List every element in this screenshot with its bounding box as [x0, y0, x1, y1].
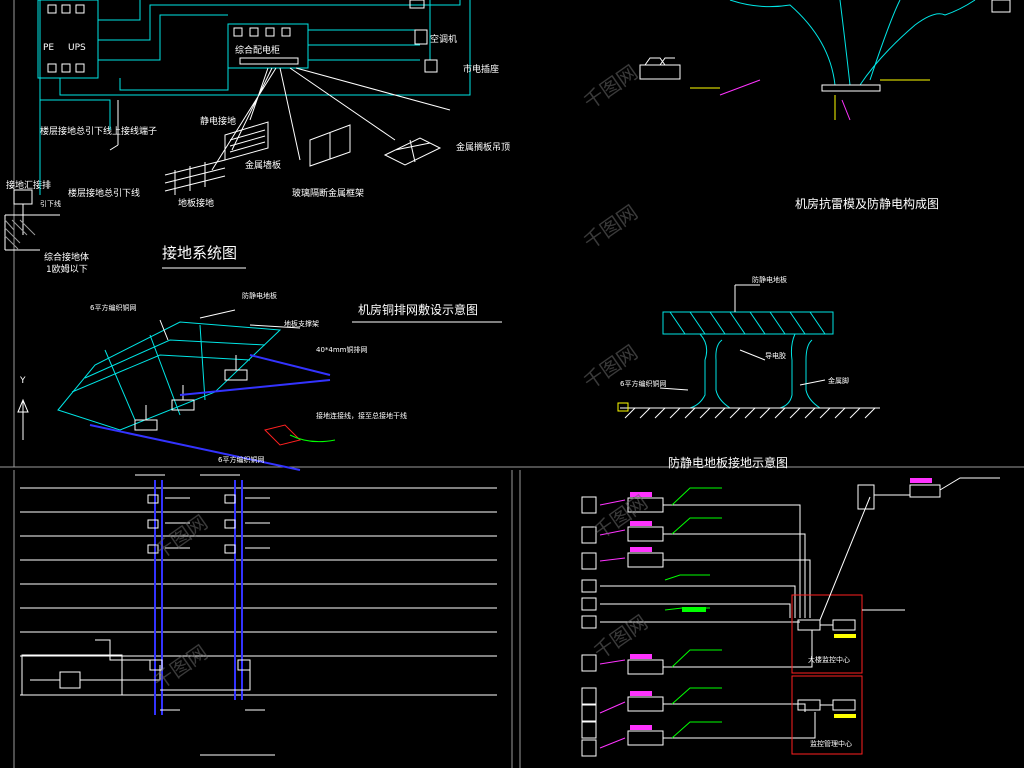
static-ground-label: 静电接地 — [200, 115, 236, 127]
ground-bus-label: 接地汇接排 — [6, 179, 51, 191]
riser-diagram — [20, 474, 497, 756]
axis-y-label: Y — [19, 376, 26, 386]
mesh-bottom-label: 6平方编织铜网 — [218, 455, 264, 464]
floor-support-label: 地板支撑架 — [284, 319, 319, 328]
floor-ground-label: 地板接地 — [178, 197, 214, 209]
antistatic-floor-label: 防静电地板 — [242, 291, 277, 300]
mesh-label: 6平方编织铜网 — [620, 379, 666, 388]
conductor-label: 导电胶 — [765, 351, 786, 360]
center-two-label: 监控管理中心 — [810, 739, 852, 748]
ground-body-label: 综合接地体 — [44, 251, 89, 263]
mesh-top-label: 6平方编织铜网 — [90, 303, 136, 312]
metal-foot-label: 金属脚 — [828, 376, 849, 385]
copper-mesh-diagram: 机房铜排网敷设示意图 6平方编织铜网 防静电地板 地板支撑架 40*4mm铜排网… — [17, 291, 502, 471]
distribution-cabinet-label: 综合配电柜 — [235, 44, 280, 56]
watermark-text: 千图网 — [579, 60, 642, 114]
lower-floor-bond-label: 楼层接地总引下线 — [68, 187, 140, 199]
copper-mesh-title: 机房铜排网敷设示意图 — [358, 302, 478, 317]
metal-wall-label: 金属墙板 — [245, 159, 281, 171]
mains-socket-label: 市电插座 — [463, 63, 499, 75]
glass-partition-label: 玻璃隔断金属框架 — [292, 187, 364, 199]
network-diagram: 大楼监控中心 监控管理中心 — [581, 477, 1000, 757]
grounding-system-diagram: PE UPS 综合配电柜 空调机 市电插座 静电接地 金属墙板 玻璃隔断金属框架… — [4, 0, 510, 275]
ground-body-resistance-label: 1欧姆以下 — [46, 263, 88, 275]
connection-label: 接地连接线，接至总接地干线 — [316, 411, 407, 420]
upper-floor-bond-label: 楼层接地总引下线上接线端子 — [40, 125, 157, 137]
center-one-label: 大楼监控中心 — [808, 655, 850, 664]
ups-label: UPS — [68, 43, 86, 53]
lightning-protection-diagram: 机房抗雷模及防静电构成图 — [639, 0, 1011, 211]
watermark-text: 千图网 — [149, 640, 212, 694]
watermark-text: 千图网 — [149, 510, 212, 564]
panel-borders — [0, 0, 1024, 768]
watermark-text: 千图网 — [579, 200, 642, 254]
lightning-title: 机房抗雷模及防静电构成图 — [795, 196, 939, 211]
floor-board-label: 防静电地板 — [752, 275, 787, 284]
pe-label: PE — [43, 43, 54, 53]
antistatic-floor-diagram: 防静电地板 导电胶 6平方编织铜网 金属脚 防静电地板接地示意图 — [617, 275, 880, 470]
cad-drawing-canvas: PE UPS 综合配电柜 空调机 市电插座 静电接地 金属墙板 玻璃隔断金属框架… — [0, 0, 1024, 768]
grounding-system-title: 接地系统图 — [162, 244, 237, 262]
copper-strip-label: 40*4mm铜排网 — [316, 345, 368, 354]
metal-ceiling-label: 金属搁板吊顶 — [456, 141, 510, 153]
watermark-text: 千图网 — [589, 490, 652, 544]
down-lead-label: 引下线 — [40, 199, 61, 208]
air-conditioner-label: 空调机 — [430, 33, 457, 45]
antistatic-floor-title: 防静电地板接地示意图 — [668, 455, 788, 470]
